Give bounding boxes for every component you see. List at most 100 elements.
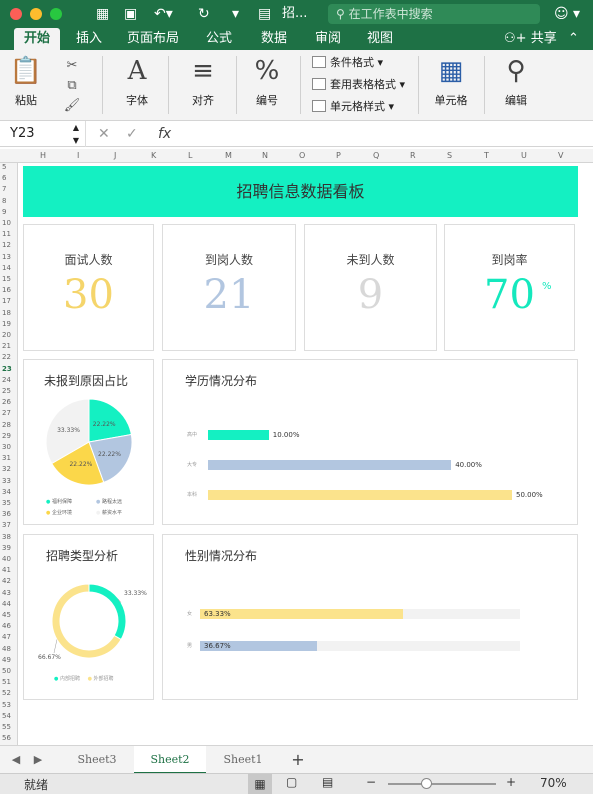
next-sheet-icon[interactable]: ▶	[30, 746, 46, 774]
column-header-cell[interactable]: Q	[373, 151, 379, 160]
tab-home[interactable]: 开始	[14, 28, 61, 50]
edit-button[interactable]: ⚲ 编辑	[496, 56, 536, 108]
row-header-cell[interactable]: 48	[2, 645, 11, 653]
conditional-format-button[interactable]: 条件格式 ▾	[312, 54, 383, 72]
tab-page-layout[interactable]: 页面布局	[127, 28, 179, 50]
row-header-cell[interactable]: 10	[2, 219, 11, 227]
sheet-tab-sheet3[interactable]: Sheet3	[62, 746, 132, 774]
row-header-cell[interactable]: 56	[2, 734, 11, 742]
normal-view-icon[interactable]: ▦	[248, 774, 272, 794]
search-input[interactable]: ⚲ 在工作表中搜索	[328, 4, 540, 24]
row-header-cell[interactable]: 49	[2, 656, 11, 664]
row-header-cell[interactable]: 16	[2, 286, 11, 294]
recruit-chart-card[interactable]: 招聘类型分析 33.33% 66.67% ● 内部招聘 ● 外部招聘	[23, 534, 154, 700]
row-header-cell[interactable]: 54	[2, 712, 11, 720]
row-header-cell[interactable]: 25	[2, 387, 11, 395]
column-header-cell[interactable]: O	[299, 151, 305, 160]
format-painter-icon[interactable]: 🖌	[62, 96, 82, 116]
table-format-button[interactable]: 套用表格格式 ▾	[312, 76, 405, 94]
row-header-cell[interactable]: 15	[2, 275, 11, 283]
tab-insert[interactable]: 插入	[76, 28, 102, 50]
prev-sheet-icon[interactable]: ◀	[8, 746, 24, 774]
row-header-cell[interactable]: 24	[2, 376, 11, 384]
row-header-cell[interactable]: 23	[2, 365, 12, 373]
row-header-cell[interactable]: 38	[2, 533, 11, 541]
collapse-ribbon-icon[interactable]: ⌃	[568, 28, 579, 50]
row-header-cell[interactable]: 26	[2, 398, 11, 406]
column-header-cell[interactable]: K	[151, 151, 156, 160]
row-header-cell[interactable]: 12	[2, 241, 11, 249]
bar[interactable]	[208, 490, 512, 500]
row-header-cell[interactable]: 40	[2, 555, 11, 563]
cell-style-button[interactable]: 单元格样式 ▾	[312, 98, 394, 116]
row-header-cell[interactable]: 45	[2, 611, 11, 619]
confirm-icon[interactable]: ✓	[126, 121, 138, 147]
tab-view[interactable]: 视图	[367, 28, 393, 50]
row-header-cell[interactable]: 53	[2, 701, 11, 709]
page-break-view-icon[interactable]: ▤	[322, 775, 333, 789]
redo-icon[interactable]: ↻	[198, 4, 210, 24]
font-button[interactable]: A 字体	[116, 56, 158, 108]
insert-function-icon[interactable]: fx	[158, 121, 171, 147]
close-window-button[interactable]	[10, 8, 22, 20]
row-header-cell[interactable]: 31	[2, 454, 11, 462]
row-header-cell[interactable]: 5	[2, 163, 6, 171]
row-header-cell[interactable]: 42	[2, 577, 11, 585]
row-header-cell[interactable]: 13	[2, 253, 11, 261]
row-header-cell[interactable]: 39	[2, 544, 11, 552]
zoom-slider[interactable]	[388, 778, 496, 789]
row-header-cell[interactable]: 20	[2, 331, 11, 339]
copy-icon[interactable]: ⧉	[62, 76, 82, 96]
row-header-cell[interactable]: 34	[2, 488, 11, 496]
column-header-cell[interactable]: P	[336, 151, 341, 160]
row-header-cell[interactable]: 8	[2, 197, 6, 205]
cells-button[interactable]: ▦ 单元格	[428, 56, 474, 108]
zoom-out-icon[interactable]: −	[366, 775, 376, 789]
column-header-cell[interactable]: N	[262, 151, 268, 160]
tab-review[interactable]: 审阅	[315, 28, 341, 50]
row-header-cell[interactable]: 9	[2, 208, 6, 216]
column-header-cell[interactable]: M	[225, 151, 232, 160]
row-header-cell[interactable]: 55	[2, 723, 11, 731]
donut-slice[interactable]	[88, 583, 127, 641]
gender-chart-card[interactable]: 性别情况分布 女 63.33% 男 36.67%	[162, 534, 578, 700]
row-header-cell[interactable]: 14	[2, 264, 11, 272]
sheet-tab-sheet2[interactable]: Sheet2	[134, 746, 206, 774]
account-icon[interactable]: ☺ ▾	[554, 4, 580, 24]
tab-formulas[interactable]: 公式	[206, 28, 232, 50]
grid-view-icon[interactable]: ▦	[96, 4, 109, 24]
row-header-cell[interactable]: 46	[2, 622, 11, 630]
save-icon[interactable]: ▣	[124, 4, 137, 24]
column-header-cell[interactable]: R	[410, 151, 416, 160]
row-header-cell[interactable]: 35	[2, 499, 11, 507]
row-header-cell[interactable]: 41	[2, 566, 11, 574]
column-header-cell[interactable]: U	[521, 151, 527, 160]
row-header-cell[interactable]: 17	[2, 297, 11, 305]
number-button[interactable]: % 编号	[246, 56, 288, 108]
row-header-cell[interactable]: 51	[2, 678, 11, 686]
row-header-cell[interactable]: 44	[2, 600, 11, 608]
row-header-cell[interactable]: 37	[2, 521, 11, 529]
paste-button[interactable]: 📋 粘贴	[8, 56, 44, 108]
row-header-cell[interactable]: 18	[2, 309, 11, 317]
row-header-cell[interactable]: 27	[2, 409, 11, 417]
row-header-cell[interactable]: 30	[2, 443, 11, 451]
row-header-cell[interactable]: 36	[2, 510, 11, 518]
cancel-icon[interactable]: ✕	[98, 121, 110, 147]
zoom-window-button[interactable]	[50, 8, 62, 20]
customize-toolbar-icon[interactable]: ▾	[232, 4, 239, 24]
row-header-cell[interactable]: 7	[2, 185, 6, 193]
sheet-tab-sheet1[interactable]: Sheet1	[208, 746, 278, 774]
column-header-cell[interactable]: I	[77, 151, 79, 160]
row-header-cell[interactable]: 32	[2, 465, 11, 473]
name-box[interactable]: Y23 ▲ ▼	[0, 121, 86, 147]
column-header-cell[interactable]: H	[40, 151, 46, 160]
minimize-window-button[interactable]	[30, 8, 42, 20]
zoom-in-icon[interactable]: +	[506, 775, 516, 789]
row-header-cell[interactable]: 21	[2, 342, 11, 350]
column-header-cell[interactable]: S	[447, 151, 452, 160]
page-layout-view-icon[interactable]: ▢	[286, 775, 297, 789]
add-sheet-icon[interactable]: +	[286, 746, 310, 774]
row-header-cell[interactable]: 29	[2, 432, 11, 440]
tab-data[interactable]: 数据	[261, 28, 287, 50]
